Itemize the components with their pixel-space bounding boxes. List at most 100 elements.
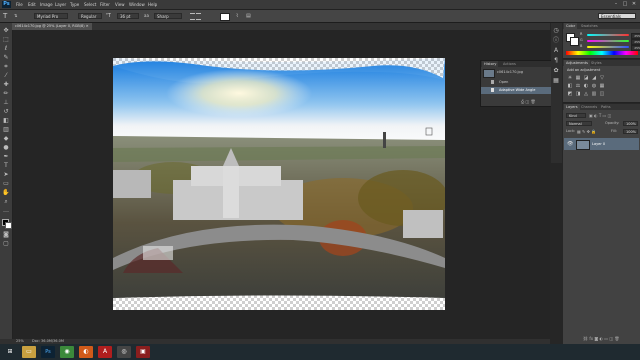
align-center-icon[interactable] [196,13,202,20]
eraser-tool-icon[interactable]: ◧ [2,117,10,125]
properties-panel-icon[interactable]: ⓘ [552,37,560,45]
layer-name[interactable]: Layer 0 [592,138,605,150]
green-slider[interactable] [587,40,629,42]
history-panel-icon[interactable]: ◷ [552,27,560,35]
menu-image[interactable]: Image [40,0,53,9]
gradient-map-icon[interactable]: ▥ [591,91,597,97]
eyedropper-tool-icon[interactable]: ⁄ [2,72,10,80]
tab-channels[interactable]: Channels [579,104,599,110]
media-icon[interactable]: ▣ [136,346,150,358]
acrobat-icon[interactable]: A [98,346,112,358]
start-button[interactable]: ⊞ [3,346,17,358]
color-ramp[interactable] [566,51,638,55]
posterize-icon[interactable]: ◨ [575,91,581,97]
vibrance-icon[interactable]: ▽ [599,75,605,81]
tab-layers[interactable]: Layers [564,104,580,110]
file-explorer-icon[interactable]: ▭ [22,346,36,358]
threshold-icon[interactable]: ◬ [583,91,589,97]
fill-field[interactable]: 100% [623,129,638,134]
invert-icon[interactable]: ◩ [567,91,573,97]
tab-adjustments[interactable]: Adjustments [564,60,590,66]
menu-layer[interactable]: Layer [55,0,66,9]
more-tools-icon[interactable]: … [2,207,10,215]
visibility-eye-icon[interactable]: 👁 [567,141,573,147]
tab-swatches[interactable]: Swatches [579,23,600,29]
history-brush-tool-icon[interactable]: ↺ [2,108,10,116]
path-select-tool-icon[interactable]: ➤ [2,171,10,179]
font-style-select[interactable]: Regular [78,13,102,19]
tab-actions[interactable]: Actions [501,61,518,67]
color-balance-icon[interactable]: ⚖ [575,83,581,89]
orientation-toggle-icon[interactable]: ⇅ [14,13,22,19]
menu-file[interactable]: File [16,0,23,9]
font-family-select[interactable]: Myriad Pro [34,13,68,19]
hue-saturation-icon[interactable]: ◧ [567,83,573,89]
menu-select[interactable]: Select [84,0,96,9]
character-panel-icon[interactable]: A [552,47,560,55]
menu-filter[interactable]: Filter [100,0,110,9]
menu-window[interactable]: Window [129,0,145,9]
channel-mixer-icon[interactable]: ▦ [599,83,605,89]
crop-tool-icon[interactable]: ⌗ [2,63,10,71]
red-slider[interactable] [587,34,629,36]
menu-view[interactable]: View [115,0,125,9]
menu-help[interactable]: Help [148,0,157,9]
history-item[interactable]: Open [481,79,551,86]
align-left-icon[interactable] [190,13,195,20]
blur-tool-icon[interactable]: ◆ [2,135,10,143]
healing-brush-tool-icon[interactable]: ✚ [2,81,10,89]
camera-icon[interactable]: ◎ [117,346,131,358]
workspace-select[interactable]: Essentials [598,13,636,19]
tab-styles[interactable]: Styles [589,60,604,66]
align-buttons[interactable] [190,13,208,20]
levels-icon[interactable]: ▦ [575,75,581,81]
lock-icons[interactable]: ▦ ✎ ✥ 🔒 [577,129,596,134]
blue-slider[interactable] [587,46,629,48]
shape-tool-icon[interactable]: ▭ [2,180,10,188]
brush-panel-icon[interactable]: ✿ [552,67,560,75]
minimize-button[interactable]: – [612,1,620,7]
screen-mode-icon[interactable]: ▢ [2,240,10,248]
background-color-swatch[interactable] [5,222,12,229]
pen-tool-icon[interactable]: ✒ [2,153,10,161]
hand-tool-icon[interactable]: ✋ [2,189,10,197]
menu-edit[interactable]: Edit [28,0,36,9]
brush-tool-icon[interactable]: ✏ [2,90,10,98]
selective-color-icon[interactable]: ◫ [599,91,605,97]
close-button[interactable]: ✕ [630,1,638,7]
dodge-tool-icon[interactable]: ● [2,144,10,152]
move-tool-icon[interactable]: ✥ [2,27,10,35]
chrome-icon[interactable]: ◉ [60,346,74,358]
curves-icon[interactable]: ◪ [583,75,589,81]
type-tool-icon[interactable]: T [3,12,11,20]
exposure-icon[interactable]: ◢ [591,75,597,81]
opacity-field[interactable]: 100% [623,121,638,126]
gradient-tool-icon[interactable]: ▥ [2,126,10,134]
history-snapshot-label[interactable]: c0614c170.jpg [497,69,523,76]
layer-row[interactable]: 👁 Layer 0 [564,138,639,150]
tab-color[interactable]: Color [564,23,578,29]
menu-type[interactable]: Type [70,0,79,9]
document-tab[interactable]: c0614c170.jpg @ 25% (Layer 0, RGB/8) ✕ [12,23,92,30]
blend-mode-select[interactable]: Normal [566,121,592,126]
layer-filter-icons[interactable]: ▣ ◐ T ▭ ◫ [589,113,611,118]
tab-history[interactable]: History [482,61,499,67]
history-footer-icons[interactable]: ⎙ ◫ 🗑 [521,99,536,104]
quick-select-tool-icon[interactable]: ✎ [2,54,10,62]
swatch-panel-icon[interactable]: ▦ [552,77,560,85]
maximize-button[interactable]: □ [621,1,629,7]
paragraph-panel-icon[interactable]: ¶ [552,57,560,65]
background-color-chip[interactable] [570,37,579,46]
tab-paths[interactable]: Paths [599,104,613,110]
history-item-active[interactable]: Adaptive Wide Angle [481,87,551,94]
clone-stamp-tool-icon[interactable]: ⊥ [2,99,10,107]
photoshop-taskbar-icon[interactable]: Ps [41,346,55,358]
firefox-icon[interactable]: ◐ [79,346,93,358]
character-panel-icon[interactable]: ▤ [246,13,252,19]
filter-kind-select[interactable]: Kind [566,113,586,118]
anti-alias-select[interactable]: Sharp [154,13,182,19]
quick-mask-icon[interactable]: ◙ [2,231,10,239]
document-canvas[interactable] [113,58,445,310]
lasso-tool-icon[interactable]: ℓ [2,45,10,53]
marquee-tool-icon[interactable]: ⬚ [2,36,10,44]
